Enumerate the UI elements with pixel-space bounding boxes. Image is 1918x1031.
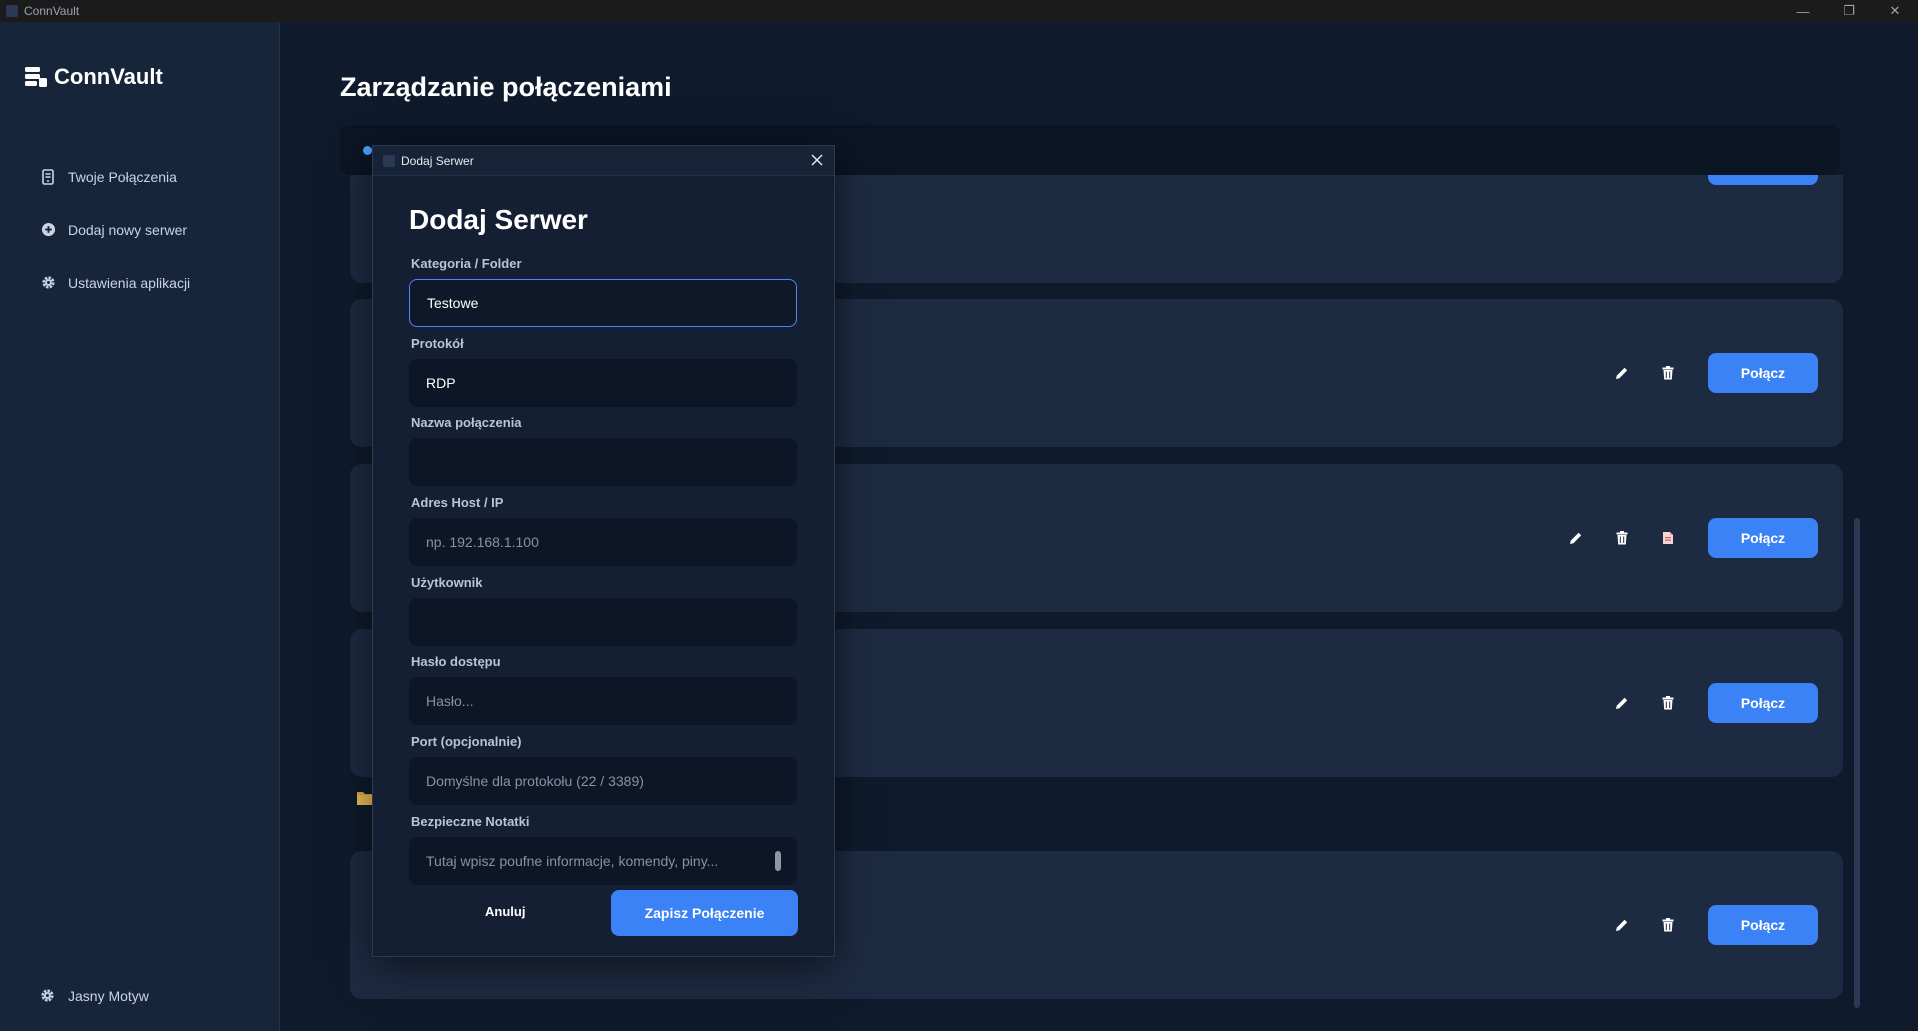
host-label: Adres Host / IP — [411, 495, 504, 510]
connect-button[interactable]: Połącz — [1708, 518, 1818, 558]
search-icon — [363, 146, 372, 155]
add-server-dialog: Dodaj Serwer Dodaj Serwer Kategoria / Fo… — [372, 145, 835, 957]
password-input[interactable]: Hasło... — [409, 677, 797, 725]
connect-button[interactable]: Połącz — [1708, 683, 1818, 723]
logo-text: ConnVault — [54, 64, 163, 89]
gear-icon — [40, 988, 56, 1004]
edit-icon[interactable] — [1612, 363, 1632, 383]
close-window-icon[interactable]: ✕ — [1872, 0, 1918, 22]
server-icon — [40, 168, 56, 185]
minimize-icon[interactable]: — — [1780, 0, 1826, 22]
host-placeholder: np. 192.168.1.100 — [426, 534, 539, 550]
sidebar-item-settings[interactable]: Ustawienia aplikacji — [40, 256, 190, 309]
dialog-heading: Dodaj Serwer — [409, 204, 588, 235]
password-placeholder: Hasło... — [426, 693, 474, 709]
protocol-label: Protokół — [411, 336, 464, 351]
sidebar-item-label: Twoje Połączenia — [68, 168, 177, 185]
dialog-app-icon — [383, 154, 395, 167]
page-title: Zarządzanie połączeniami — [340, 72, 672, 102]
protocol-select[interactable]: RDP — [409, 359, 797, 407]
gear-icon — [40, 275, 56, 291]
window-titlebar: ConnVault — ❐ ✕ — [0, 0, 1918, 22]
app-icon — [6, 5, 18, 17]
edit-icon[interactable] — [1566, 528, 1586, 548]
name-label: Nazwa połączenia — [411, 415, 522, 430]
port-label: Port (opcjonalnie) — [411, 734, 522, 749]
sidebar-nav: Twoje Połączenia Dodaj nowy serwer Ustaw… — [40, 150, 190, 309]
sidebar-item-add-server[interactable]: Dodaj nowy serwer — [40, 203, 190, 256]
notes-icon[interactable] — [1658, 528, 1678, 548]
notes-label: Bezpieczne Notatki — [411, 814, 530, 829]
sidebar: ConnVault Twoje Połączenia Dodaj nowy se… — [0, 22, 280, 1031]
connect-button[interactable]: Połącz — [1708, 353, 1818, 393]
theme-toggle[interactable]: Jasny Motyw — [40, 988, 149, 1004]
window-controls: — ❐ ✕ — [1780, 0, 1918, 22]
app-logo: ConnVault — [24, 64, 163, 90]
edit-icon[interactable] — [1612, 915, 1632, 935]
port-placeholder: Domyślne dla protokołu (22 / 3389) — [426, 773, 644, 789]
cancel-button[interactable]: Anuluj — [485, 904, 525, 919]
restore-icon[interactable]: ❐ — [1826, 0, 1872, 22]
close-icon[interactable] — [808, 151, 826, 169]
connection-name-input[interactable] — [409, 438, 797, 486]
notes-placeholder: Tutaj wpisz poufne informacje, komendy, … — [426, 853, 719, 869]
connect-button[interactable]: Połącz — [1708, 905, 1818, 945]
connect-button[interactable] — [1708, 175, 1818, 185]
notes-scrollbar[interactable] — [775, 851, 781, 871]
window-title: ConnVault — [24, 4, 80, 18]
delete-icon[interactable] — [1658, 363, 1678, 383]
plus-circle-icon — [40, 222, 56, 238]
theme-toggle-label: Jasny Motyw — [68, 988, 149, 1004]
sidebar-item-connections[interactable]: Twoje Połączenia — [40, 150, 190, 203]
notes-textarea[interactable]: Tutaj wpisz poufne informacje, komendy, … — [409, 837, 797, 885]
dialog-window-title: Dodaj Serwer — [401, 153, 474, 168]
host-input[interactable]: np. 192.168.1.100 — [409, 518, 797, 566]
delete-icon[interactable] — [1658, 915, 1678, 935]
password-label: Hasło dostępu — [411, 654, 501, 669]
category-input[interactable]: Testowe — [409, 279, 797, 327]
protocol-value: RDP — [426, 375, 456, 391]
edit-icon[interactable] — [1612, 693, 1632, 713]
main-scrollbar[interactable] — [1854, 518, 1860, 1008]
user-input[interactable] — [409, 598, 797, 646]
delete-icon[interactable] — [1612, 528, 1632, 548]
category-label: Kategoria / Folder — [411, 256, 522, 271]
sidebar-item-label: Dodaj nowy serwer — [68, 221, 188, 238]
user-label: Użytkownik — [411, 575, 483, 590]
category-value: Testowe — [427, 295, 479, 311]
save-connection-button[interactable]: Zapisz Połączenie — [611, 890, 798, 936]
dialog-titlebar: Dodaj Serwer — [373, 146, 834, 176]
delete-icon[interactable] — [1658, 693, 1678, 713]
sidebar-item-label: Ustawienia aplikacji — [68, 274, 191, 291]
logo-icon — [25, 67, 47, 87]
port-input[interactable]: Domyślne dla protokołu (22 / 3389) — [409, 757, 797, 805]
